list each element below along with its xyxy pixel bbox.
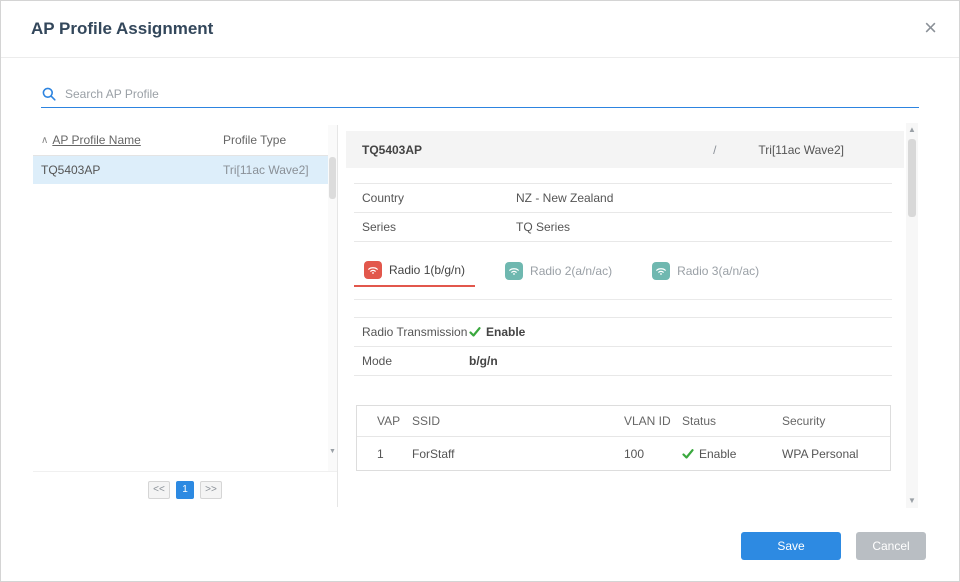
pagination-first-button[interactable]: << xyxy=(148,481,170,499)
save-button[interactable]: Save xyxy=(741,532,841,560)
detail-panel-scrollbar[interactable]: ▲ ▼ xyxy=(906,123,918,508)
vap-table-header: VAP SSID VLAN ID Status Security xyxy=(357,406,890,437)
detail-fields: Country NZ - New Zealand Series TQ Serie… xyxy=(354,183,892,242)
tab-radio-2[interactable]: Radio 2(a/n/ac) xyxy=(495,255,622,287)
profile-list-panel: ∧ AP Profile Name Profile Type TQ5403AP … xyxy=(33,125,338,507)
radio-tabs: Radio 1(b/g/n) Radio 2(a/n/ac) Radio 3(a… xyxy=(354,255,892,287)
dialog-footer: Save Cancel xyxy=(741,532,926,560)
tab-radio-1[interactable]: Radio 1(b/g/n) xyxy=(354,255,475,287)
detail-separator: / xyxy=(713,143,716,157)
check-icon xyxy=(469,326,481,338)
profile-type-cell: Tri[11ac Wave2] xyxy=(223,163,328,177)
tab-radio-1-label: Radio 1(b/g/n) xyxy=(389,263,465,277)
vap-column-header: VAP xyxy=(357,414,412,428)
vap-table-row: 1 ForStaff 100 Enable WPA Personal xyxy=(357,437,890,470)
left-panel-scrollbar[interactable]: ▼ xyxy=(328,125,337,471)
right-scrollbar-up-icon[interactable]: ▲ xyxy=(906,125,918,135)
status-column-header: Status xyxy=(682,414,782,428)
left-scrollbar-thumb[interactable] xyxy=(329,157,336,199)
series-value: TQ Series xyxy=(516,220,570,234)
search-icon xyxy=(41,86,57,102)
column-header-profile-type[interactable]: Profile Type xyxy=(223,133,337,147)
tab-radio-3-label: Radio 3(a/n/ac) xyxy=(677,264,759,278)
security-cell: WPA Personal xyxy=(782,447,890,461)
ap-profile-assignment-dialog: AP Profile Assignment × ∧ AP Profile Nam… xyxy=(0,0,960,582)
tab-radio-2-label: Radio 2(a/n/ac) xyxy=(530,264,612,278)
profile-row-tq5403ap[interactable]: TQ5403AP Tri[11ac Wave2] xyxy=(33,156,328,184)
ssid-cell: ForStaff xyxy=(412,447,624,461)
radio-detail-fields: Radio Transmission Enable Mode b/g/n xyxy=(354,317,892,376)
right-scrollbar-thumb[interactable] xyxy=(908,139,916,217)
detail-profile-type: Tri[11ac Wave2] xyxy=(758,143,844,157)
wifi-icon xyxy=(505,262,523,280)
pagination: << 1 >> xyxy=(33,472,337,507)
radio-transmission-label: Radio Transmission xyxy=(362,325,469,339)
cancel-button[interactable]: Cancel xyxy=(856,532,926,560)
wifi-icon xyxy=(364,261,382,279)
left-scrollbar-down-icon[interactable]: ▼ xyxy=(328,447,337,457)
close-icon[interactable]: × xyxy=(924,15,937,41)
vlan-id-column-header: VLAN ID xyxy=(624,414,682,428)
sort-asc-icon: ∧ xyxy=(41,135,48,146)
field-row-country: Country NZ - New Zealand xyxy=(354,184,892,213)
tab-radio-3[interactable]: Radio 3(a/n/ac) xyxy=(642,255,769,287)
field-row-mode: Mode b/g/n xyxy=(354,347,892,376)
pagination-last-button[interactable]: >> xyxy=(200,481,222,499)
security-column-header: Security xyxy=(782,414,890,428)
vap-cell: 1 xyxy=(357,447,412,461)
detail-header: TQ5403AP / Tri[11ac Wave2] xyxy=(346,131,904,168)
radio-transmission-value: Enable xyxy=(469,325,525,339)
right-scrollbar-down-icon[interactable]: ▼ xyxy=(906,496,918,506)
mode-label: Mode xyxy=(362,354,469,368)
search-input[interactable] xyxy=(63,86,919,102)
pagination-page-1-button[interactable]: 1 xyxy=(176,481,194,499)
field-row-radio-transmission: Radio Transmission Enable xyxy=(354,318,892,347)
column-header-ap-profile-name[interactable]: ∧ AP Profile Name xyxy=(33,133,223,147)
dialog-title: AP Profile Assignment xyxy=(31,1,213,57)
vlan-id-cell: 100 xyxy=(624,447,682,461)
profile-name-cell: TQ5403AP xyxy=(33,163,223,177)
tab-divider xyxy=(354,299,892,300)
dialog-header: AP Profile Assignment × xyxy=(1,1,959,58)
column-label-ap-profile-name: AP Profile Name xyxy=(52,133,140,147)
ssid-column-header: SSID xyxy=(412,414,624,428)
profile-list-header: ∧ AP Profile Name Profile Type xyxy=(33,125,337,156)
detail-profile-name: TQ5403AP xyxy=(362,143,713,157)
profile-detail-panel: TQ5403AP / Tri[11ac Wave2] Country NZ - … xyxy=(346,125,904,471)
search-bar xyxy=(41,81,919,108)
status-cell: Enable xyxy=(682,447,782,461)
vap-table: VAP SSID VLAN ID Status Security 1 ForSt… xyxy=(356,405,891,471)
radio-transmission-status: Enable xyxy=(486,325,525,339)
series-label: Series xyxy=(362,220,516,234)
profile-list-area: ∧ AP Profile Name Profile Type TQ5403AP … xyxy=(33,125,337,472)
status-value: Enable xyxy=(699,447,736,461)
check-icon xyxy=(682,448,694,460)
country-value: NZ - New Zealand xyxy=(516,191,613,205)
country-label: Country xyxy=(362,191,516,205)
wifi-icon xyxy=(652,262,670,280)
mode-value: b/g/n xyxy=(469,354,498,368)
field-row-series: Series TQ Series xyxy=(354,213,892,242)
